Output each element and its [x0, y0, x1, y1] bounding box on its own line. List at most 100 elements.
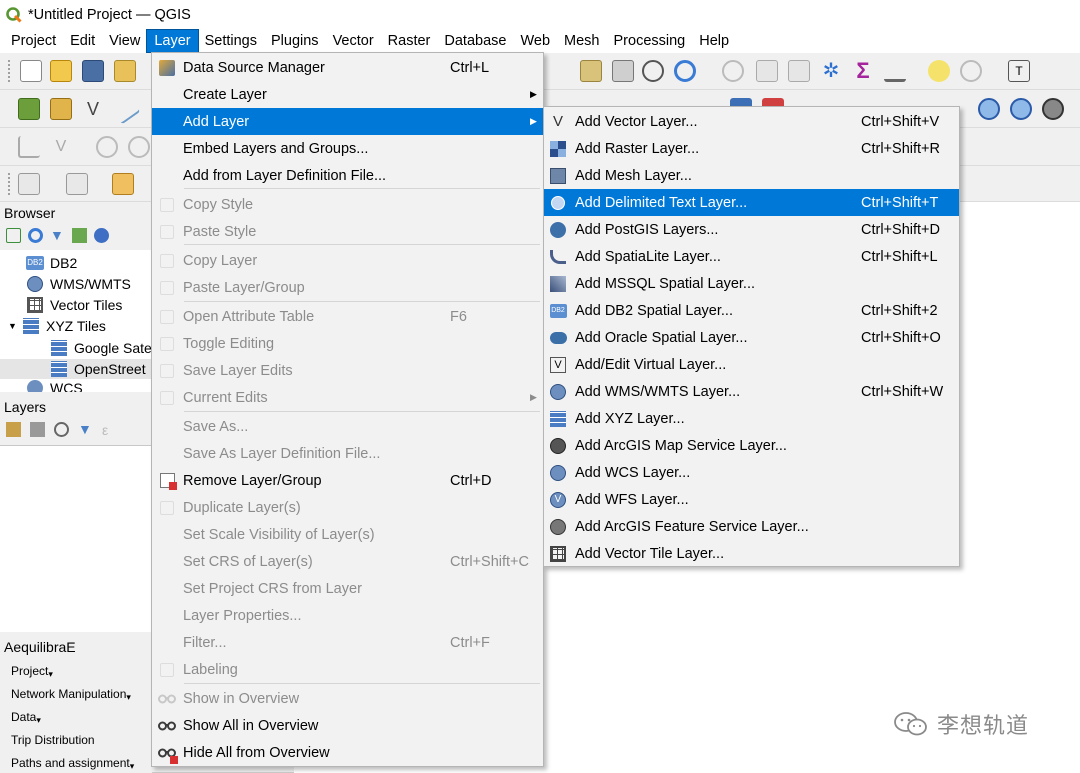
add-selected-icon[interactable] [6, 228, 21, 243]
identify-icon[interactable] [722, 60, 744, 82]
layer-manager-icon[interactable] [18, 98, 40, 120]
layer-menu-item[interactable]: Hide All from Overview [152, 739, 543, 766]
aeq-paths-button[interactable]: Paths and assignment▾ [11, 756, 134, 772]
menu-settings[interactable]: Settings [198, 30, 264, 52]
info-icon[interactable] [94, 228, 109, 243]
add-layer-menu-item[interactable]: Add Delimited Text Layer... Ctrl+Shift+T [544, 189, 959, 216]
menu-plugins[interactable]: Plugins [264, 30, 326, 52]
add-layer-menu-item[interactable]: Add Raster Layer... Ctrl+Shift+R [544, 135, 959, 162]
menu-help[interactable]: Help [692, 30, 736, 52]
layer-menu-item[interactable]: Labeling [152, 656, 543, 683]
save-project-icon[interactable] [82, 60, 104, 82]
expression-filter-icon[interactable]: ε [102, 422, 117, 438]
layer-menu-item[interactable]: Copy Style [152, 191, 543, 218]
menu-raster[interactable]: Raster [381, 30, 438, 52]
layer-menu-item[interactable]: Save Layer Edits [152, 357, 543, 384]
layer-menu-item[interactable]: Save As Layer Definition File... [152, 440, 543, 467]
add-layer-menu-item[interactable]: Add PostGIS Layers... Ctrl+Shift+D [544, 216, 959, 243]
layer-menu-item[interactable]: Current Edits ▶ [152, 384, 543, 411]
add-layer-menu-item[interactable]: Add MSSQL Spatial Layer... [544, 270, 959, 297]
select-icon[interactable] [18, 173, 40, 195]
aeq-trip-distribution-button[interactable]: Trip Distribution [11, 733, 95, 747]
layer-menu-item[interactable]: Embed Layers and Groups... [152, 135, 543, 162]
open-project-icon[interactable] [50, 60, 72, 82]
browser-item-xyz-tiles[interactable]: ▼ XYZ Tiles [8, 316, 106, 336]
pen-icon[interactable] [109, 93, 141, 125]
collapse-all-icon[interactable] [72, 228, 87, 243]
layer-menu-item[interactable]: Set CRS of Layer(s) Ctrl+Shift+C [152, 548, 543, 575]
sum-icon[interactable]: Σ [852, 60, 874, 82]
layer-menu-item[interactable]: Add from Layer Definition File... [152, 162, 543, 189]
layer-menu-item[interactable]: Data Source Manager Ctrl+L [152, 54, 543, 81]
add-layer-menu-item[interactable]: Add WMS/WMTS Layer... Ctrl+Shift+W [544, 378, 959, 405]
layer-menu-item[interactable]: Show All in Overview [152, 712, 543, 739]
add-layer-menu-item[interactable]: V Add Vector Layer... Ctrl+Shift+V [544, 108, 959, 135]
new-layer-icon[interactable] [50, 98, 72, 120]
layer-menu-item[interactable]: Show in Overview [152, 685, 543, 712]
add-layer-menu-item[interactable]: Add ArcGIS Map Service Layer... [544, 432, 959, 459]
add-layer-menu-item[interactable]: Add ArcGIS Feature Service Layer... [544, 513, 959, 540]
filter-legend-icon[interactable]: ▼ [78, 422, 93, 437]
advanced-digitize-icon[interactable] [96, 136, 118, 158]
menu-project[interactable]: Project [4, 30, 63, 52]
layer-menu-item[interactable]: Copy Layer [152, 247, 543, 274]
browser-item-wcs[interactable]: WCS [26, 380, 83, 392]
toolbar-grip-2[interactable] [8, 173, 12, 195]
browser-item-db2[interactable]: DB2 DB2 [26, 253, 77, 273]
aeq-network-button[interactable]: Network Manipulation▾ [11, 687, 131, 703]
refresh-browser-icon[interactable] [28, 228, 43, 243]
text-annotation-icon[interactable]: T [1008, 60, 1030, 82]
browser-item-openstreetmap[interactable]: OpenStreet [0, 359, 152, 379]
vector-icon[interactable]: V [82, 98, 104, 120]
menu-mesh[interactable]: Mesh [557, 30, 606, 52]
deselect-icon[interactable] [112, 173, 134, 195]
browser-item-google[interactable]: Google Sate [50, 338, 152, 358]
layer-menu-item[interactable]: Toggle Editing [152, 330, 543, 357]
layer-menu-item[interactable]: Paste Layer/Group [152, 274, 543, 301]
add-layer-menu-item[interactable]: Add XYZ Layer... [544, 405, 959, 432]
layer-menu-item[interactable]: Open Attribute Table F6 [152, 303, 543, 330]
attribute-table-tool-icon[interactable] [756, 60, 778, 82]
menu-view[interactable]: View [102, 30, 147, 52]
layer-menu-item[interactable]: Filter... Ctrl+F [152, 629, 543, 656]
aeq-project-button[interactable]: Project▾ [11, 664, 53, 680]
refresh-icon[interactable] [674, 60, 696, 82]
add-layer-menu-item[interactable]: V Add/Edit Virtual Layer... [544, 351, 959, 378]
select-attr-icon[interactable] [66, 173, 88, 195]
aeq-data-button[interactable]: Data▾ [11, 710, 41, 726]
new-project-icon[interactable] [20, 60, 42, 82]
globe-2-icon[interactable] [1010, 98, 1032, 120]
measure-icon[interactable] [884, 60, 906, 82]
menu-layer[interactable]: Layer [146, 29, 199, 53]
globe-icon[interactable] [978, 98, 1000, 120]
menu-edit[interactable]: Edit [63, 30, 102, 52]
add-layer-menu-item[interactable]: DB2 Add DB2 Spatial Layer... Ctrl+Shift+2 [544, 297, 959, 324]
expand-arrow-icon[interactable]: ▼ [8, 321, 22, 331]
layer-menu-item[interactable]: Layer Properties... [152, 602, 543, 629]
layer-menu-item[interactable]: Save As... [152, 413, 543, 440]
add-layer-menu-item[interactable]: Add Mesh Layer... [544, 162, 959, 189]
layer-menu-item[interactable]: Remove Layer/Group Ctrl+D [152, 467, 543, 494]
menu-web[interactable]: Web [513, 30, 557, 52]
clock-icon[interactable] [642, 60, 664, 82]
add-layer-menu-item[interactable]: Add SpatiaLite Layer... Ctrl+Shift+L [544, 243, 959, 270]
add-layer-menu-item[interactable]: Add Vector Tile Layer... [544, 540, 959, 567]
layer-menu-item[interactable]: Add Layer ▶ [152, 108, 543, 135]
layer-menu-item[interactable]: Set Project CRS from Layer [152, 575, 543, 602]
layers-tree[interactable] [0, 445, 152, 632]
layer-menu-item[interactable]: Set Scale Visibility of Layer(s) [152, 521, 543, 548]
add-group-icon[interactable] [30, 422, 45, 437]
add-layer-menu-item[interactable]: Add WCS Layer... [544, 459, 959, 486]
filter-icon[interactable]: ▼ [50, 228, 65, 243]
menu-processing[interactable]: Processing [607, 30, 693, 52]
toolbar-grip[interactable] [8, 60, 12, 82]
menu-database[interactable]: Database [437, 30, 513, 52]
new-print-layout-icon[interactable] [580, 60, 602, 82]
eye-icon[interactable] [54, 422, 69, 437]
project-templates-icon[interactable] [114, 60, 136, 82]
advanced-digitize-2-icon[interactable] [128, 136, 150, 158]
style-icon[interactable] [6, 422, 21, 437]
digitize-icon[interactable] [18, 136, 40, 158]
gear-icon[interactable]: ✲ [820, 60, 842, 82]
globe-3-icon[interactable] [1042, 98, 1064, 120]
